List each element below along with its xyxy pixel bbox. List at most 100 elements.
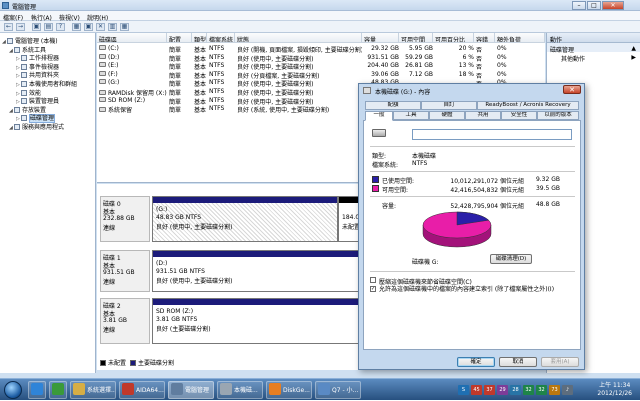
show-hide-icon[interactable]: ▤: [44, 23, 53, 31]
delete-icon[interactable]: ✕: [96, 23, 105, 31]
partition[interactable]: (G:) 48.83 GB NTFS 良好 (使用中, 主要磁碟分割): [152, 196, 338, 242]
table-row[interactable]: (E:) 簡單 基本 NTFS 良好 (使用中, 主要磁碟分割) 204.40 GB 26.…: [97, 61, 545, 71]
taskbar-app-1[interactable]: [49, 381, 67, 399]
disk-size: 232.88 GB: [103, 215, 135, 222]
taskbar-app-5[interactable]: 本機磁...: [217, 381, 263, 399]
grid-icon[interactable]: ▦: [120, 23, 129, 31]
list-icon[interactable]: ▥: [108, 23, 117, 31]
index-drive-checkbox[interactable]: ✓: [370, 286, 376, 292]
tree-item[interactable]: ▷ 共用資料夾: [16, 70, 59, 79]
col-free-pct-cell: 6 %: [435, 54, 474, 61]
cancel-button[interactable]: 取消: [499, 357, 537, 367]
taskbar-app-4[interactable]: 電腦管理: [168, 381, 214, 399]
disk-info[interactable]: 磁碟 1 基本 931.51 GB 連線: [100, 250, 150, 292]
apply-button[interactable]: 套用(A): [541, 357, 579, 367]
dialog-close-button[interactable]: ✕: [563, 85, 581, 94]
taskbar-app-2[interactable]: 系統選擇...: [70, 381, 116, 399]
separator: [370, 196, 575, 197]
tray-icon[interactable]: 37: [484, 385, 495, 395]
col-capacity-header[interactable]: 容量: [362, 33, 399, 43]
properties-icon[interactable]: ▦: [72, 23, 81, 31]
taskbar-app-6[interactable]: DiskGe...: [266, 381, 312, 399]
tray-icon[interactable]: ♪: [562, 385, 573, 395]
col-volume-cell: (F:): [99, 70, 167, 78]
col-free-cell: 26.81 GB: [401, 62, 433, 69]
table-row[interactable]: (F:) 簡單 基本 NTFS 良好 (分頁檔案, 主要磁碟分割) 39.06 GB 7.1…: [97, 70, 545, 80]
tray-icon[interactable]: S: [458, 385, 469, 395]
disk-icon: [21, 115, 27, 122]
cell-text: NTFS: [209, 96, 225, 104]
start-button[interactable]: [4, 381, 22, 399]
title-bar[interactable]: 電腦管理 – □ ✕: [0, 0, 640, 11]
tray-icon[interactable]: 29: [497, 385, 508, 395]
device-icon: [21, 98, 27, 105]
tab-general[interactable]: 一般: [365, 111, 393, 121]
volume-name-input[interactable]: [412, 129, 572, 140]
cell-text: (D:): [108, 53, 120, 61]
col-free-header[interactable]: 可用空間: [399, 33, 433, 43]
tree-item[interactable]: ▷ 磁碟管理: [16, 113, 56, 124]
maximize-button[interactable]: □: [587, 1, 601, 10]
tree-item[interactable]: ▷ 事件檢視器: [16, 62, 59, 71]
dialog-tab[interactable]: ReadyBoost / Acronis Recovery: [477, 101, 579, 110]
table-row[interactable]: (C:) 簡單 基本 NTFS 良好 (開機, 頁面檔案, 損毀傾印, 主要磁碟分割) 2…: [97, 44, 545, 54]
dialog-tab[interactable]: 安全性: [501, 111, 537, 120]
tray-icon[interactable]: 73: [549, 385, 560, 395]
tray-icon[interactable]: 32: [523, 385, 534, 395]
col-volume-cell: (E:): [99, 62, 167, 69]
tree-item[interactable]: ◢ 存放裝置: [9, 105, 46, 114]
drive-icon: [99, 53, 106, 59]
tree-item[interactable]: ▷ 裝置管理員: [16, 96, 59, 105]
col-volume-header[interactable]: 磁碟區: [97, 33, 167, 43]
minimize-button[interactable]: –: [572, 1, 586, 10]
dialog-tab[interactable]: 共用: [465, 111, 501, 120]
tree-item[interactable]: ▷ 本機使用者和群組: [16, 79, 77, 88]
col-filesystem-header[interactable]: 檔案系統: [207, 33, 235, 43]
tray-icon[interactable]: 32: [536, 385, 547, 395]
ok-button[interactable]: 確定: [457, 357, 495, 367]
col-free-pct-header[interactable]: 可用百分比: [433, 33, 474, 43]
col-capacity-cell: 29.32 GB: [364, 45, 399, 52]
dialog-tab[interactable]: 硬體: [429, 111, 465, 120]
dialog-tab[interactable]: 自訂: [421, 101, 477, 110]
tree-item[interactable]: ◢ 服務與應用程式: [9, 122, 64, 131]
cell-text: 5.95 GB: [408, 45, 433, 52]
disk-cleanup-button[interactable]: 磁碟清理(D): [490, 254, 532, 264]
col-type-header[interactable]: 類型: [192, 33, 207, 43]
col-layout-header[interactable]: 配置: [167, 33, 192, 43]
forward-icon[interactable]: →: [16, 23, 25, 31]
compress-drive-checkbox[interactable]: [370, 277, 376, 283]
dialog-tab[interactable]: 以前的版本: [537, 111, 579, 120]
separator: [370, 171, 575, 172]
help-icon[interactable]: ?: [56, 23, 65, 31]
col-status-header[interactable]: 狀態: [235, 33, 362, 43]
dialog-tab[interactable]: 工具: [393, 111, 429, 120]
disk-info[interactable]: 磁碟 0 基本 232.88 GB 連線: [100, 196, 150, 242]
actions-section-disk-management[interactable]: 磁碟管理 ▲: [547, 43, 640, 54]
tree-item[interactable]: ◢ 電腦管理 (本機): [2, 36, 58, 45]
up-icon[interactable]: ▣: [32, 23, 41, 31]
computer-management-icon: [2, 2, 9, 9]
table-row[interactable]: (D:) 簡單 基本 NTFS 良好 (使用中, 主要磁碟分割) 931.51 GB 59.…: [97, 53, 545, 63]
tray-icon[interactable]: 45: [471, 385, 482, 395]
back-icon[interactable]: ←: [4, 23, 13, 31]
cell-text: NTFS: [209, 105, 225, 113]
dialog-tab[interactable]: 配額: [365, 101, 421, 110]
taskbar-app-7[interactable]: Q7 - 小...: [315, 381, 361, 399]
taskbar-app-0[interactable]: [28, 381, 46, 399]
col-capacity-cell: 39.06 GB: [364, 71, 399, 78]
taskbar-app-3[interactable]: AIDA64...: [119, 381, 165, 399]
tree-item[interactable]: ▷ 效能: [16, 88, 41, 97]
col-fault-header[interactable]: 容錯: [474, 33, 495, 43]
tree-item[interactable]: ◢ 系統工具: [9, 45, 46, 54]
col-overhead-header[interactable]: 額外負荷: [495, 33, 545, 43]
close-button[interactable]: ✕: [602, 1, 624, 10]
diskgenius-icon: [269, 383, 281, 395]
tree-item[interactable]: ▷ 工作排程器: [16, 53, 59, 62]
clock[interactable]: 上午 11:34 2012/12/26: [597, 382, 632, 398]
tray-icon[interactable]: 28: [510, 385, 521, 395]
actions-more[interactable]: 其他動作 ▶: [547, 52, 640, 63]
cell-text: (E:): [108, 62, 119, 70]
view-icon[interactable]: ▣: [84, 23, 93, 31]
disk-info[interactable]: 磁碟 2 基本 3.81 GB 連線: [100, 298, 150, 344]
